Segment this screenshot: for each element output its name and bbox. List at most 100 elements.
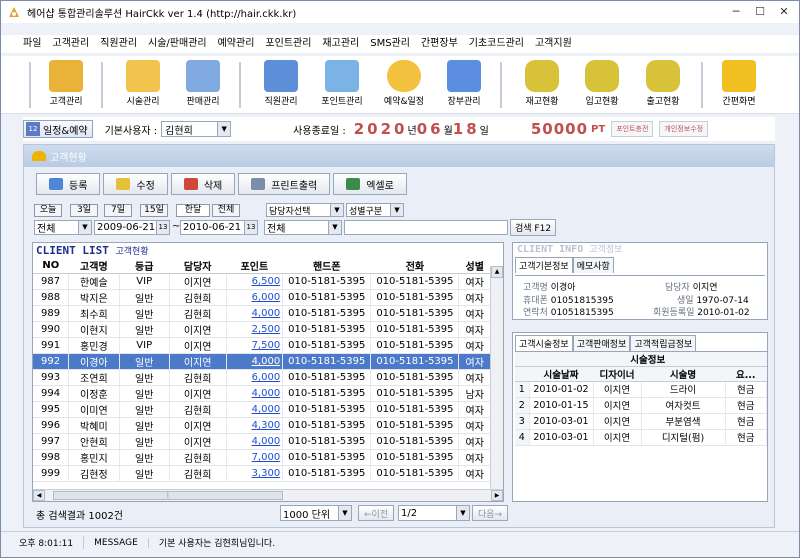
minimize-button[interactable]: ─: [725, 3, 747, 20]
tab-memo[interactable]: 메모사항: [572, 257, 614, 273]
edit-profile-button[interactable]: 개인정보수정: [659, 121, 709, 137]
period-today-button[interactable]: 오늘: [34, 204, 62, 217]
menu-reservation[interactable]: 예약관리: [218, 35, 255, 53]
column-header[interactable]: 디자이너: [593, 366, 641, 382]
toolbar-reservation-button[interactable]: 예약&일정: [374, 60, 434, 107]
toolbar-sales-button[interactable]: 판매관리: [173, 60, 233, 107]
list-horizontal-scrollbar[interactable]: ◀ ⋮ ▶: [33, 489, 503, 501]
excel-button[interactable]: 엑셀로: [333, 173, 407, 195]
menu-staff[interactable]: 직원관리: [100, 35, 137, 53]
column-header[interactable]: 핸드폰: [282, 258, 371, 274]
toolbar-ledger-button[interactable]: 장부관리: [434, 60, 494, 107]
column-header[interactable]: 성별: [458, 258, 491, 274]
date-from-input[interactable]: 2009-06-21 13: [94, 220, 170, 235]
period-15days-button[interactable]: 15일: [140, 204, 168, 217]
menu-points[interactable]: 포인트관리: [265, 35, 311, 53]
column-header[interactable]: 시술명: [641, 366, 725, 382]
charge-points-button[interactable]: 포인트충전: [611, 121, 654, 137]
table-cell: 010-5181-5395: [282, 449, 372, 466]
column-header[interactable]: 등급: [119, 258, 170, 274]
table-cell: 010-5181-5395: [370, 353, 460, 370]
toolbar-simple-view-button[interactable]: 간편화면: [709, 60, 769, 107]
column-header[interactable]: NO: [33, 258, 69, 274]
table-row[interactable]: 995 이미연 일반 김현희 4,000 010-5181-5395 010-5181-53…: [33, 401, 491, 418]
table-row[interactable]: 990 이현지 일반 이지연 2,500 010-5181-5395 010-5181-53…: [33, 321, 491, 338]
register-button[interactable]: 등록: [36, 173, 101, 195]
column-header[interactable]: 전화: [370, 258, 459, 274]
period-3days-button[interactable]: 3일: [70, 204, 98, 217]
table-row[interactable]: 991 홍민경 VIP 이지연 7,500 010-5181-5395 010-5181-5…: [33, 337, 491, 354]
table-row[interactable]: 987 한예슬 VIP 이지연 6,500 010-5181-5395 010-5181-5…: [33, 273, 491, 290]
scroll-thumb[interactable]: ⋮: [53, 491, 283, 500]
column-header[interactable]: 포인트: [226, 258, 283, 274]
scroll-left-icon[interactable]: ◀: [33, 490, 45, 501]
scroll-right-icon[interactable]: ▶: [491, 490, 503, 501]
print-button[interactable]: 프린트출력: [238, 173, 331, 195]
scroll-up-icon[interactable]: ▲: [491, 266, 503, 278]
toolbar-stock-in-button[interactable]: 입고현황: [572, 60, 632, 107]
tab-sales-history[interactable]: 고객판매정보: [572, 335, 631, 351]
toolbar-separator: [701, 62, 703, 108]
menu-ledger[interactable]: 간편장부: [421, 35, 458, 53]
close-button[interactable]: ✕: [773, 3, 795, 20]
list-vertical-scrollbar[interactable]: ▲: [490, 266, 503, 491]
toolbar-points-button[interactable]: 포인트관리: [312, 60, 372, 107]
page-select[interactable]: 1/2 ▼: [398, 505, 470, 521]
column-header[interactable]: 요...: [725, 366, 767, 382]
table-row[interactable]: 993 조연희 일반 김현희 6,000 010-5181-5395 010-5181-53…: [33, 369, 491, 386]
schedule-button[interactable]: 12 일정&예약: [23, 120, 93, 138]
prev-page-button[interactable]: ←이전: [358, 505, 395, 521]
search-input[interactable]: [344, 220, 508, 235]
gender-select[interactable]: 성별구분 ▼: [346, 203, 404, 217]
period-month-button[interactable]: 한달: [176, 204, 210, 217]
column-header[interactable]: 담당자: [169, 258, 227, 274]
toolbar-stock-button[interactable]: 재고현황: [512, 60, 572, 107]
toolbar-customer-button[interactable]: 고객관리: [36, 60, 96, 107]
staff-select[interactable]: 담당자선택 ▼: [266, 203, 344, 217]
table-row[interactable]: 2 2010-01-15 이지연 여자컷트 현금: [515, 397, 767, 414]
tab-basic-info[interactable]: 고객기본정보: [515, 257, 573, 273]
table-row[interactable]: 988 박지은 일반 김현희 6,000 010-5181-5395 010-5181-53…: [33, 289, 491, 306]
menu-customer[interactable]: 고객관리: [52, 35, 89, 53]
table-cell: 987: [33, 273, 70, 290]
table-row[interactable]: 996 박혜미 일반 이지연 4,300 010-5181-5395 010-5181-53…: [33, 417, 491, 434]
table-row[interactable]: 989 최수희 일반 김현희 4,000 010-5181-5395 010-5181-53…: [33, 305, 491, 322]
table-cell: 010-5181-5395: [282, 417, 372, 434]
menu-support[interactable]: 고객지원: [535, 35, 572, 53]
history-group-row: 시술정보: [515, 351, 767, 367]
tab-points-history[interactable]: 고객적립금정보: [630, 335, 697, 351]
next-page-button[interactable]: 다음→: [472, 505, 509, 521]
toolbar-staff-button[interactable]: 직원관리: [251, 60, 311, 107]
period-7days-button[interactable]: 7일: [104, 204, 132, 217]
search-field-select[interactable]: 전체 ▼: [264, 220, 342, 235]
date-to-input[interactable]: 2010-06-21 13: [180, 220, 258, 235]
delete-button[interactable]: 삭제: [170, 173, 236, 195]
period-all-button[interactable]: 전체: [212, 204, 240, 217]
table-cell: 998: [33, 449, 70, 466]
table-row[interactable]: 4 2010-03-01 이지연 디지털(펌) 현금: [515, 429, 767, 446]
column-header[interactable]: 시술날짜: [529, 366, 593, 382]
tab-service-history[interactable]: 고객시술정보: [515, 335, 573, 351]
menu-service-sales[interactable]: 시술/판매관리: [148, 35, 207, 53]
table-row[interactable]: 1 2010-01-02 이지연 드라이 현금: [515, 381, 767, 398]
edit-button[interactable]: 수정: [103, 173, 168, 195]
table-row[interactable]: 3 2010-03-01 이지연 부분염색 현금: [515, 413, 767, 430]
table-row[interactable]: 992 이경아 일반 이지연 4,000 010-5181-5395 010-5181-53…: [33, 353, 491, 370]
toolbar-stock-out-button[interactable]: 출고현황: [633, 60, 693, 107]
maximize-button[interactable]: ☐: [749, 3, 771, 20]
page-size-select[interactable]: 1000 단위 ▼: [280, 505, 352, 521]
menu-file[interactable]: 파일: [23, 35, 41, 53]
toolbar-service-button[interactable]: 시술관리: [113, 60, 173, 107]
table-row[interactable]: 994 이정훈 일반 이지연 4,000 010-5181-5395 010-5181-53…: [33, 385, 491, 402]
menu-sms[interactable]: SMS관리: [370, 35, 410, 53]
column-header[interactable]: 고객명: [68, 258, 120, 274]
table-row[interactable]: 997 안현희 일반 이지연 4,000 010-5181-5395 010-5181-53…: [33, 433, 491, 450]
category-select[interactable]: 전체 ▼: [34, 220, 92, 235]
menu-inventory[interactable]: 재고관리: [322, 35, 359, 53]
search-button[interactable]: 검색 F12: [510, 219, 557, 236]
table-row[interactable]: 998 홍민지 일반 김현희 7,000 010-5181-5395 010-5181-53…: [33, 449, 491, 466]
table-cell: 이정훈: [68, 385, 120, 402]
menu-base-codes[interactable]: 기초코드관리: [469, 35, 524, 53]
table-row[interactable]: 999 김현정 일반 김현희 3,300 010-5181-5395 010-5181-53…: [33, 465, 491, 482]
default-user-select[interactable]: 김현희 ▼: [161, 121, 232, 137]
